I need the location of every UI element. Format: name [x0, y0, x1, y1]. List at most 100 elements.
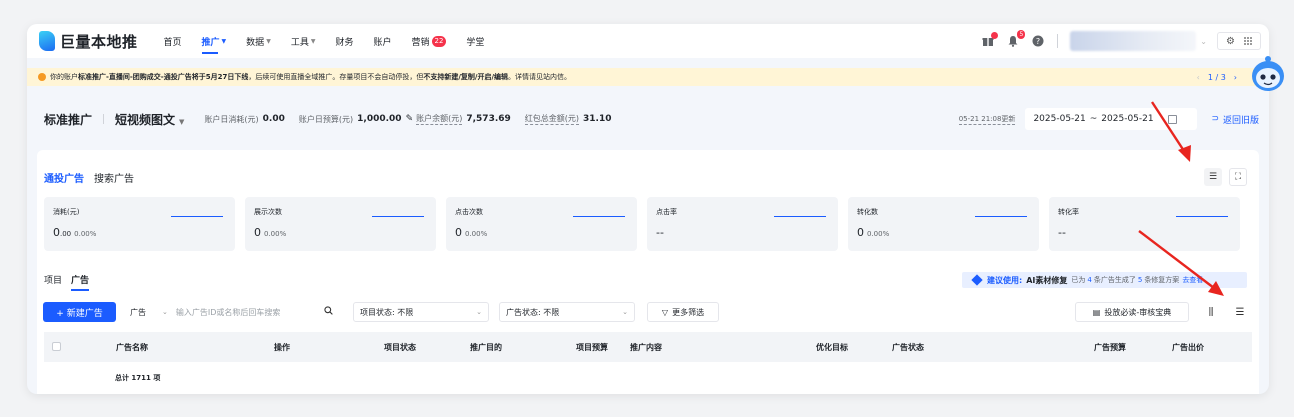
chevron-down-icon[interactable]: ⌄	[1200, 37, 1207, 46]
col-content[interactable]: 推广内容	[630, 342, 662, 353]
gear-icon[interactable]: ⚙	[1225, 36, 1236, 47]
main-card: 通投广告 搜索广告 ☰ ⛶ 消耗(元) 0.00 0.00% 展示次数 0 0.00% …	[37, 150, 1259, 394]
caret-down-icon: ▼	[266, 37, 271, 45]
gift-dot-badge	[991, 32, 999, 39]
metric-label: 转化数	[857, 208, 878, 216]
notice-bar: 你的账户标准推广-直播间-团购成交-通投广告将于5月27日下线，后续可使用直播全…	[27, 68, 1269, 86]
metric-value: --	[656, 226, 664, 239]
chevron-right-icon[interactable]: ›	[1234, 73, 1237, 82]
logo[interactable]: 巨量本地推	[39, 31, 138, 52]
nav-item-account[interactable]: 账户	[373, 24, 391, 58]
metric-card-conversions[interactable]: 转化数 0 0.00%	[848, 197, 1039, 251]
edit-pencil-icon[interactable]: ✎	[406, 114, 414, 124]
metric-value: 0.00 0.00%	[53, 226, 97, 239]
main-nav: 首页 推广 ▼ 数据 ▼ 工具 ▼ 财务 账户 营销 22 学堂	[164, 24, 505, 58]
project-status-filter[interactable]: 项目状态: 不限 ⌄	[353, 302, 489, 322]
logo-mark-icon	[39, 31, 55, 51]
metric-card-spend[interactable]: 消耗(元) 0.00 0.00%	[44, 197, 235, 251]
stat-label: 账户日预算(元)	[298, 114, 354, 124]
warning-icon	[38, 73, 46, 81]
bell-icon[interactable]: 5	[1006, 30, 1026, 48]
select-all-checkbox[interactable]	[52, 342, 61, 351]
back-arrow-icon: ⊃	[1211, 114, 1219, 124]
chevron-left-icon[interactable]: ‹	[1197, 73, 1200, 82]
review-guide-button[interactable]: ▤ 投放必读-审核宝典	[1075, 302, 1189, 322]
tab-project[interactable]: 项目	[44, 273, 62, 291]
metric-value: 0 0.00%	[857, 226, 890, 239]
metric-settings-icon[interactable]: ☰	[1204, 168, 1222, 186]
guide-label: 投放必读-审核宝典	[1104, 307, 1172, 317]
notice-text: 你的账户标准推广-直播间-团购成交-通投广告将于5月27日下线，后续可使用直播全…	[50, 73, 571, 81]
campaign-type-label: 短视频图文	[115, 112, 176, 127]
col-purpose[interactable]: 推广目的	[470, 342, 502, 353]
col-ad-budget[interactable]: 广告预算	[1094, 342, 1126, 353]
sparkline	[372, 216, 424, 217]
nav-label: 数据	[246, 37, 265, 48]
col-ad-bid[interactable]: 广告出价	[1172, 342, 1204, 353]
nav-label: 学堂	[466, 37, 485, 48]
col-project-status[interactable]: 项目状态	[384, 342, 416, 353]
annotation-arrow-icon	[1150, 101, 1191, 162]
assistant-mascot-icon[interactable]	[1246, 54, 1286, 96]
suggest-lead: 建议使用:	[987, 275, 1023, 285]
col-action: 操作	[274, 343, 290, 352]
metric-card-impressions[interactable]: 展示次数 0 0.00%	[245, 197, 436, 251]
col-project-budget[interactable]: 项目预算	[576, 342, 608, 353]
metric-card-clicks[interactable]: 点击次数 0 0.00%	[446, 197, 637, 251]
tab-search-ads[interactable]: 搜索广告	[94, 170, 134, 185]
sparkline	[1176, 216, 1228, 217]
stat-label[interactable]: 账户余额(元)	[416, 113, 463, 125]
sparkline	[573, 216, 625, 217]
search-type-select[interactable]: 广告	[130, 307, 146, 318]
chevron-down-icon[interactable]: ⌄	[162, 308, 168, 316]
metric-card-ctr[interactable]: 点击率 --	[647, 197, 838, 251]
app-grid-icon[interactable]	[1242, 36, 1253, 47]
stat-label: 账户日消耗(元)	[204, 114, 259, 124]
search-icon[interactable]	[324, 306, 333, 318]
search-input[interactable]: 输入广告ID或名称后回车搜索	[176, 307, 281, 318]
caret-down-icon: ▼	[221, 37, 227, 45]
metric-value: 0 0.00%	[455, 226, 488, 239]
table-header: 广告名称 操作 项目状态 推广目的 项目预算 推广内容 优化目标 广告状态 广告…	[44, 332, 1252, 362]
col-opt-goal[interactable]: 优化目标	[816, 342, 848, 353]
nav-label: 财务	[335, 37, 354, 48]
ad-status-filter[interactable]: 广告状态: 不限 ⌄	[499, 302, 635, 322]
campaign-type-select[interactable]: 短视频图文 ▼	[115, 111, 184, 128]
sparkline	[975, 216, 1027, 217]
stat-label[interactable]: 红包总金额(元)	[524, 113, 580, 125]
nav-item-data[interactable]: 数据 ▼	[246, 24, 271, 58]
col-ad-name[interactable]: 广告名称	[116, 342, 148, 353]
nav-label: 账户	[373, 37, 392, 48]
nav-item-academy[interactable]: 学堂	[466, 24, 484, 58]
back-to-old-version-link[interactable]: ⊃ 返回旧版	[1211, 113, 1259, 126]
table-total: 总计 1711 项	[115, 374, 161, 382]
pin-column-icon[interactable]: ⫼	[1202, 303, 1220, 321]
nav-item-promotion[interactable]: 推广 ▼	[201, 24, 227, 58]
tab-general-ads[interactable]: 通投广告	[44, 170, 84, 185]
gift-icon[interactable]	[981, 32, 999, 48]
annotation-arrow-icon	[1138, 230, 1224, 296]
column-settings-icon[interactable]: ☰	[1231, 303, 1249, 321]
account-name-blurred[interactable]	[1070, 31, 1197, 51]
fullscreen-icon[interactable]: ⛶	[1229, 168, 1247, 186]
nav-item-finance[interactable]: 财务	[335, 24, 353, 58]
svg-text:?: ?	[1036, 37, 1040, 46]
new-ad-button[interactable]: + 新建广告	[43, 302, 116, 322]
nav-item-tools[interactable]: 工具 ▼	[291, 24, 316, 58]
nav-label: 工具	[290, 37, 309, 48]
tab-ad[interactable]: 广告	[71, 273, 90, 291]
col-ad-status[interactable]: 广告状态	[892, 342, 924, 353]
marketing-badge: 22	[431, 35, 447, 47]
page-title: 标准推广	[44, 112, 93, 127]
nav-item-marketing[interactable]: 营销 22	[411, 24, 447, 58]
help-icon[interactable]: ?	[1031, 34, 1045, 48]
sparkline	[171, 216, 223, 217]
caret-down-icon: ▼	[310, 37, 316, 45]
divider	[103, 114, 105, 124]
notice-page-indicator: 1 / 3	[1207, 72, 1226, 82]
card-tools: ☰ ⛶	[1197, 168, 1247, 186]
nav-item-home[interactable]: 首页	[164, 24, 182, 58]
caret-down-icon: ▼	[179, 117, 185, 126]
more-filters-button[interactable]: ▽ 更多筛选	[647, 302, 719, 322]
metric-label: 展示次数	[254, 208, 282, 216]
